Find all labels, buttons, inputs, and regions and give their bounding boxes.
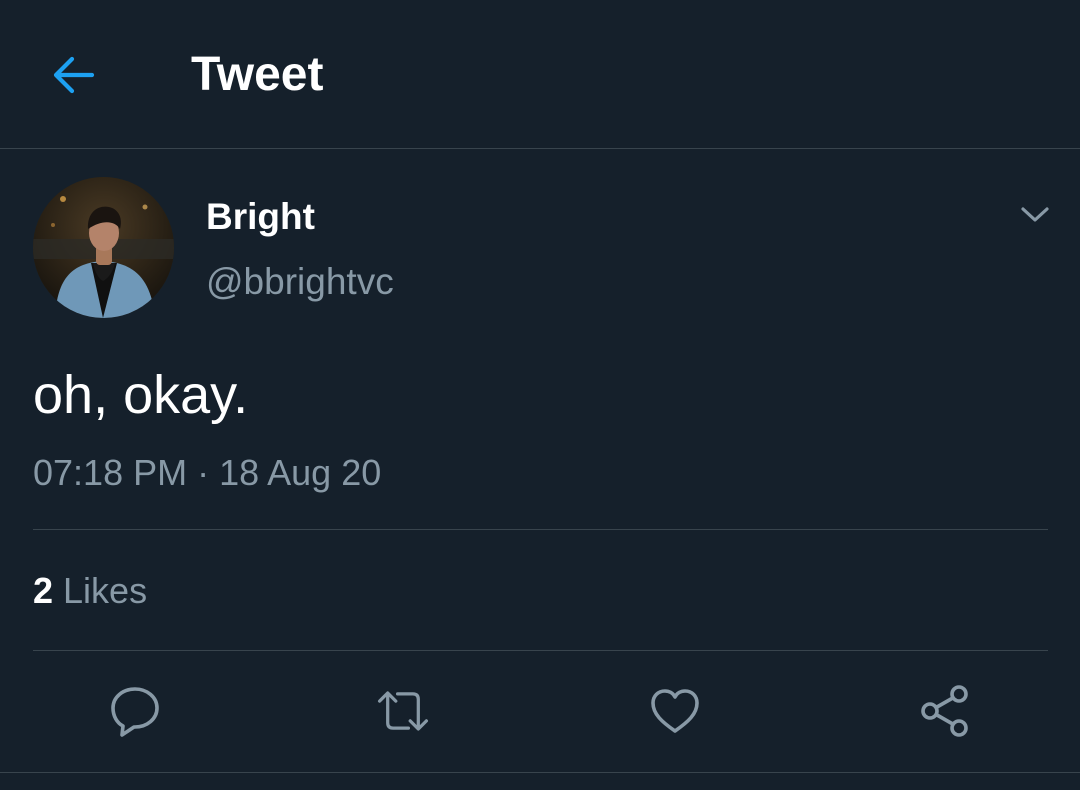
heart-icon	[651, 689, 699, 733]
retweet-icon	[377, 691, 429, 731]
arrow-left-icon	[53, 56, 95, 94]
divider	[33, 650, 1048, 651]
author-handle[interactable]: @bbrightvc	[206, 261, 394, 303]
author-display-name[interactable]: Bright	[206, 196, 315, 238]
tweet-timestamp: 07:18 PM · 18 Aug 20	[33, 452, 382, 493]
share-icon	[921, 685, 968, 737]
app-header: Tweet	[0, 0, 1080, 149]
reply-button[interactable]	[108, 684, 162, 738]
like-button[interactable]	[648, 684, 702, 738]
avatar[interactable]	[33, 177, 174, 318]
divider	[33, 529, 1048, 530]
likes-label: Likes	[63, 570, 148, 611]
likes-count: 2	[33, 570, 54, 611]
chevron-down-icon	[1021, 207, 1049, 222]
reply-icon	[111, 687, 159, 737]
tweet-text: oh, okay.	[33, 365, 249, 425]
divider	[0, 772, 1080, 773]
likes-stat[interactable]: 2 Likes	[33, 570, 147, 612]
share-button[interactable]	[918, 684, 972, 738]
retweet-button[interactable]	[376, 684, 430, 738]
more-options-button[interactable]	[1012, 194, 1058, 236]
page-title: Tweet	[191, 48, 324, 101]
profile-photo	[33, 177, 174, 318]
back-button[interactable]	[44, 46, 102, 104]
